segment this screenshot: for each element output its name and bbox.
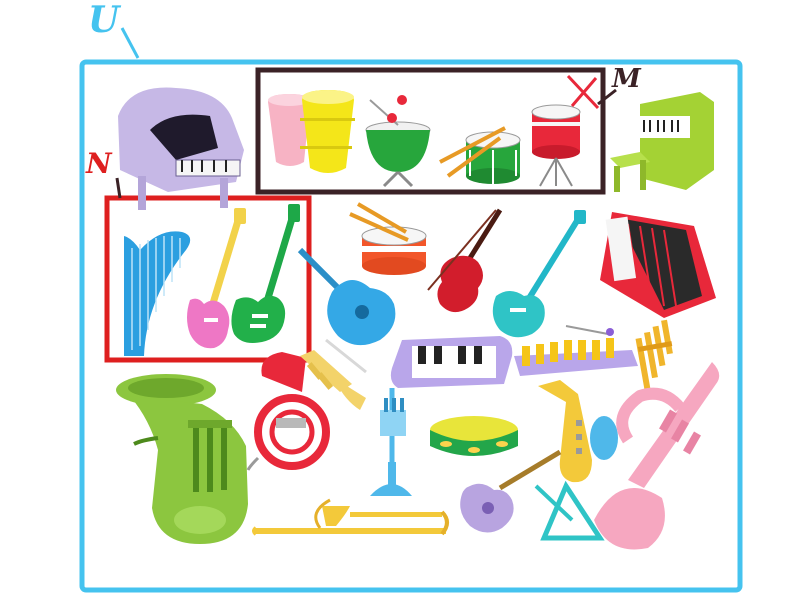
pink-trumpet-icon [594,362,720,550]
snare-drum-with-sticks-icon [439,126,521,184]
n-label-leader [115,177,122,199]
drum-on-stand-icon [531,74,600,187]
trombone-icon [252,498,449,536]
timpani-icon [365,95,431,188]
triangle-icon [534,480,605,541]
set-n-label: N [86,147,112,180]
tambourine-icon [430,416,518,456]
grand-piano-icon [118,87,244,210]
venn-diagram [79,27,743,593]
u-label-leader [120,27,140,59]
saxophone-icon [538,380,618,483]
electric-guitar-teal-icon [492,210,586,338]
snare-drum-icon [349,202,427,275]
tuba-icon [116,374,248,544]
accordion-icon [600,212,716,318]
cornet-icon [370,388,412,496]
conga-drums-icon [268,90,355,173]
set-m-label: M [612,64,641,94]
electric-guitar-green-icon [231,204,300,343]
keyboard-icon [390,336,513,388]
upright-piano-icon [610,92,714,192]
harp-icon [124,231,191,356]
pan-flute-icon [635,319,673,391]
violin-icon [427,208,503,313]
universal-set-label: U [88,0,120,41]
